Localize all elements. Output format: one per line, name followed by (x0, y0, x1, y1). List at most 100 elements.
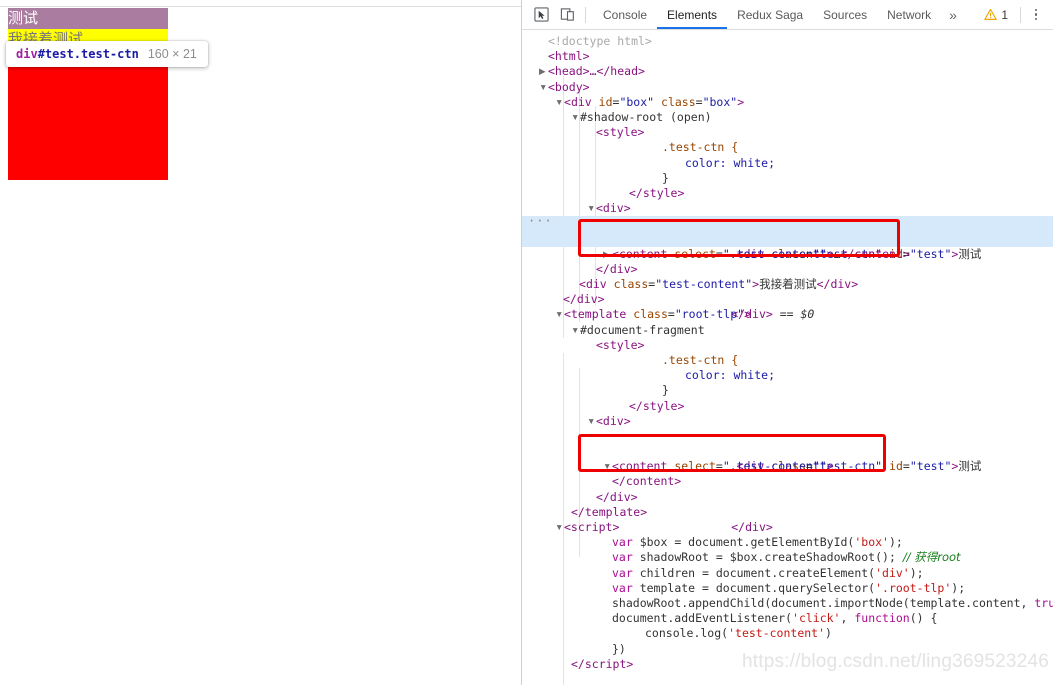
tree-row[interactable]: ▼<body> (522, 80, 1053, 95)
tree-row[interactable]: var children = document.createElement('d… (522, 566, 1053, 581)
more-tabs-chevron-icon[interactable]: » (941, 0, 965, 29)
chevron-down-icon[interactable]: ▼ (587, 414, 596, 429)
tree-row[interactable]: color: white; (522, 368, 1053, 383)
js-keyword-true: true (1034, 595, 1053, 610)
chevron-down-icon[interactable]: ▼ (555, 95, 564, 110)
warning-triangle-icon (984, 8, 998, 20)
tab-sources[interactable]: Sources (813, 0, 877, 29)
shadow-root-label: #shadow-root (open) (580, 109, 712, 124)
selected-dom-node[interactable]: <div class="test-ctn" id="test">测试 </div… (522, 214, 1053, 321)
body-tag: <body> (548, 79, 590, 94)
kebab-menu-icon[interactable] (1025, 3, 1047, 27)
tree-row[interactable]: ▼<div> (522, 414, 1053, 429)
tree-row[interactable]: <div class="test-ctn" id="test">测试 </div… (522, 429, 1053, 534)
tree-row[interactable]: .test-ctn { (522, 140, 1053, 155)
tree-row[interactable]: <html> (522, 49, 1053, 64)
tree-row[interactable]: ▼<template class="root-tlp"> (522, 307, 1053, 322)
inner-div-tag: <div> (596, 201, 631, 216)
tree-row[interactable]: </style> (522, 399, 1053, 414)
tpl-css-selector: .test-ctn { (662, 352, 739, 367)
js-tail: ); (909, 565, 924, 580)
rendered-page-pane: 测试 我接着测试 div #test.test-ctn 160 × 21 (0, 0, 521, 685)
style-open-tag: <style> (596, 125, 645, 140)
tree-row[interactable]: <style> (522, 338, 1053, 353)
tree-row[interactable]: ▼#shadow-root (open) (522, 110, 1053, 125)
tree-row[interactable]: .test-ctn { (522, 353, 1053, 368)
html-tag: <html> (548, 49, 590, 64)
tree-row[interactable]: </div> (522, 490, 1053, 505)
tree-row[interactable]: ▼<div> (522, 201, 1053, 216)
chevron-down-icon[interactable]: ▼ (539, 80, 548, 95)
tree-row[interactable]: </style> (522, 186, 1053, 201)
js-code: shadowRoot.appendChild(document.importNo… (612, 595, 1035, 610)
js-string: 'div' (875, 565, 910, 580)
css-declaration: color: white; (685, 155, 776, 170)
browser-viewport-top-edge (0, 0, 521, 7)
tree-row[interactable]: </div> (522, 292, 1053, 307)
device-toolbar-icon[interactable] (554, 3, 580, 27)
tab-redux-saga[interactable]: Redux Saga (727, 0, 813, 29)
tree-row[interactable]: } (522, 383, 1053, 398)
inspector-size-tooltip: div #test.test-ctn 160 × 21 (6, 41, 208, 67)
js-closing: }) (612, 641, 626, 656)
template-close-tag: </template> (571, 504, 648, 519)
tree-row[interactable]: ▶ <content select=".test-content">…</cont… (522, 247, 1053, 262)
tree-row[interactable]: shadowRoot.appendChild(document.importNo… (522, 596, 1053, 611)
tree-row[interactable]: </template> (522, 505, 1053, 520)
tab-elements[interactable]: Elements (657, 0, 727, 29)
tree-row[interactable]: document.addEventListener('click', funct… (522, 611, 1053, 626)
chevron-down-icon[interactable]: ▼ (587, 201, 596, 216)
script-open-tag: <script> (564, 520, 620, 535)
tree-row[interactable]: ▼<script> (522, 520, 1053, 535)
tree-row[interactable]: ▼#document-fragment (522, 323, 1053, 338)
tree-row[interactable]: ▼<div id="box" class="box"> (522, 95, 1053, 110)
tree-row[interactable]: <div class="test-content">我接着测试</div> (522, 277, 1053, 292)
tab-network[interactable]: Network (877, 0, 941, 29)
tree-row[interactable]: var $box = document.getElementById('box'… (522, 535, 1053, 550)
js-code: $box = document.getElementById( (632, 535, 855, 550)
tree-row[interactable]: ▶ <head>…</head> (522, 64, 1053, 79)
script-close-tag: </script> (571, 656, 634, 671)
tree-row[interactable]: color: white; (522, 156, 1053, 171)
div-box-attr-class: class (661, 94, 696, 109)
content-ellipsis: … (833, 246, 841, 261)
tree-row[interactable]: } (522, 171, 1053, 186)
tree-row[interactable]: var shadowRoot = $box.createShadowRoot()… (522, 550, 1053, 565)
chevron-down-icon[interactable]: ▼ (555, 520, 564, 535)
js-code: console.log( (645, 626, 729, 641)
tree-row[interactable]: console.log('test-content') (522, 626, 1053, 641)
content-tag: content (618, 246, 668, 261)
chevron-down-icon[interactable]: ▼ (571, 110, 580, 125)
chevron-down-icon[interactable]: ▼ (571, 323, 580, 338)
inspect-cursor-icon[interactable] (528, 3, 554, 27)
tree-row[interactable]: var template = document.querySelector('.… (522, 581, 1053, 596)
chevron-right-icon[interactable]: ▶ (539, 64, 548, 79)
toolbar-right-group: 1 (980, 0, 1047, 29)
tree-row[interactable]: <!doctype html> (522, 34, 1053, 49)
tree-row[interactable]: ▼<content select=".test-content"> (522, 459, 1053, 474)
document-fragment-label: #document-fragment (580, 322, 705, 337)
head-tag: <head>…</head> (548, 64, 645, 79)
chevron-down-icon[interactable]: ▼ (555, 307, 564, 322)
js-string: 'box' (854, 535, 889, 550)
js-string: 'test-content' (728, 626, 826, 641)
dom-tree[interactable]: <!doctype html> <html> ▶ <head>…</head> ▼… (522, 30, 1053, 685)
tree-row[interactable]: <style> (522, 125, 1053, 140)
tooltip-dimensions: 160 × 21 (147, 47, 197, 61)
test-content-close-tag: </div> (816, 277, 859, 292)
tree-row[interactable]: </div> (522, 262, 1053, 277)
js-keyword-var: var (612, 550, 633, 565)
template-tag: template (570, 307, 627, 322)
test-ctn-element[interactable]: 测试 (8, 8, 168, 29)
tab-console[interactable]: Console (593, 0, 657, 29)
content-val-select: ".test-content" (722, 246, 827, 261)
js-keyword-var: var (612, 580, 633, 595)
page-content: 测试 我接着测试 (8, 8, 168, 180)
chevron-down-icon[interactable]: ▼ (603, 459, 612, 474)
tree-row[interactable]: </content> (522, 474, 1053, 489)
warning-indicator[interactable]: 1 (980, 8, 1016, 22)
div-box-val-id: "box" (619, 94, 655, 109)
tpl-css-close-brace: } (662, 383, 669, 398)
doctype-line: <!doctype html> (548, 34, 652, 48)
chevron-right-icon[interactable]: ▶ (603, 247, 612, 262)
